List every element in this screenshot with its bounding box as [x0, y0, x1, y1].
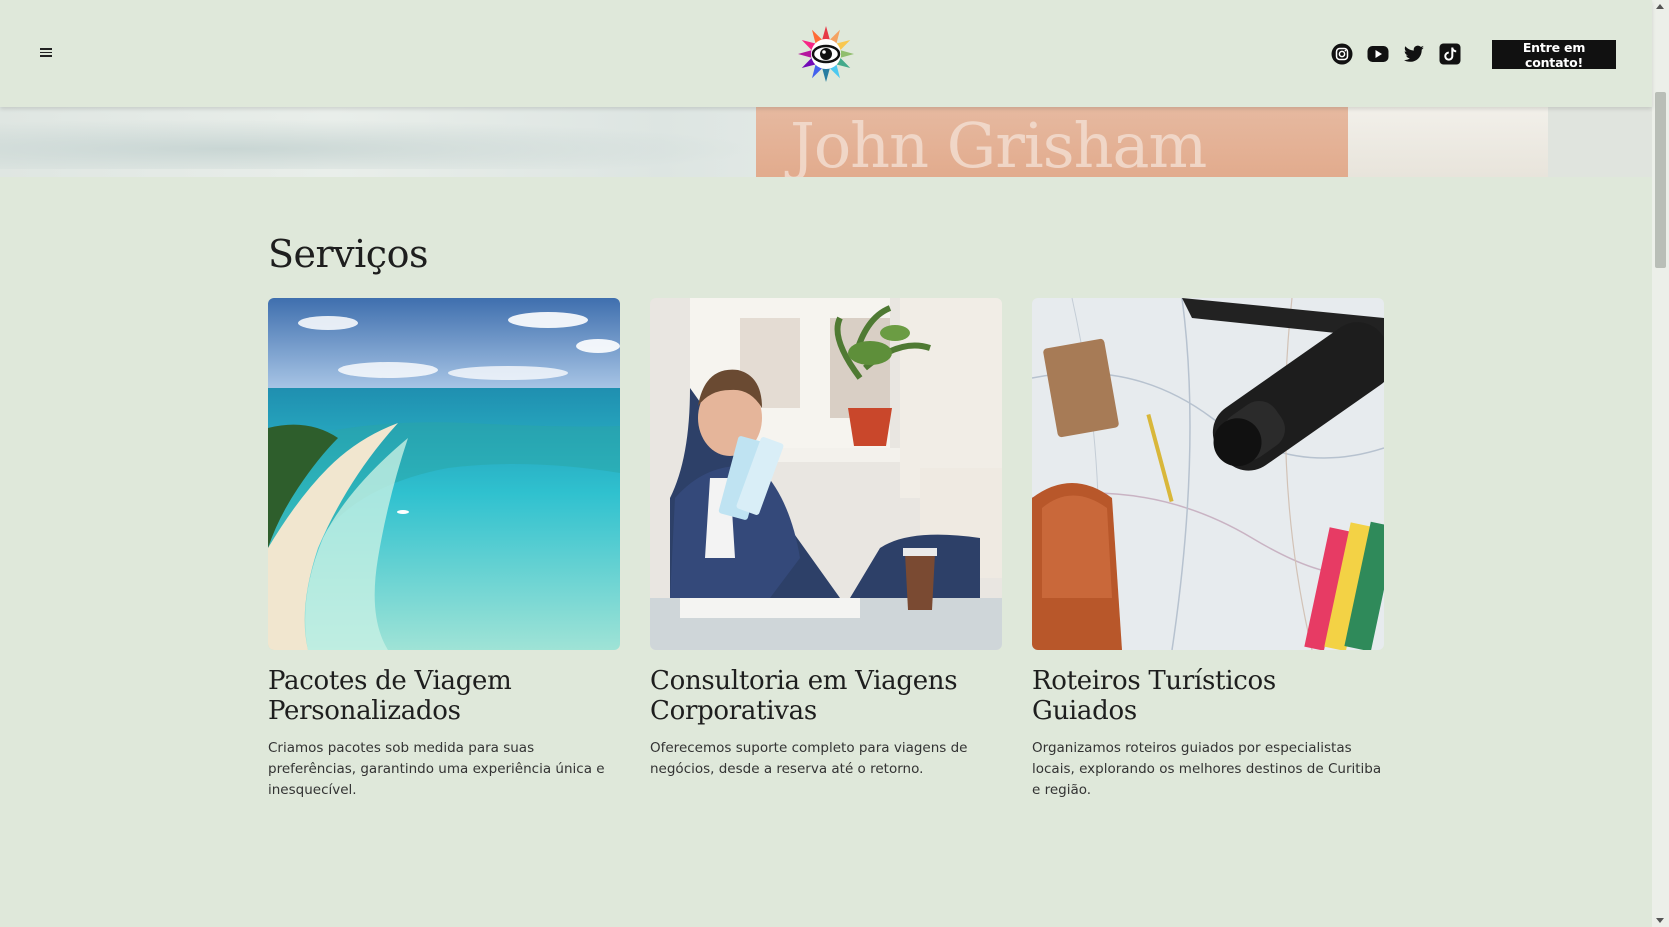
scroll-up-arrow-icon[interactable] [1656, 4, 1664, 9]
service-card: Consultoria em Viagens Corporativas Ofer… [650, 298, 1002, 780]
scroll-down-arrow-icon[interactable] [1656, 918, 1664, 923]
hero-banner-image: John Grisham [0, 107, 1652, 177]
service-card-text: Criamos pacotes sob medida para suas pre… [268, 740, 605, 798]
service-card-title: Pacotes de Viagem Personalizados [268, 666, 512, 726]
service-card-title: Roteiros Turísticos Guiados [1032, 666, 1276, 726]
services-title: Serviços [268, 232, 428, 276]
map-and-camera-image [1032, 298, 1384, 650]
rainbow-eye-logo[interactable] [798, 26, 854, 82]
service-card-title: Consultoria em Viagens Corporativas [650, 666, 958, 726]
businessman-image [650, 298, 1002, 650]
site-header: Entre em contato! [0, 0, 1652, 107]
hamburger-menu-icon[interactable] [40, 46, 58, 60]
twitter-icon[interactable] [1403, 43, 1425, 65]
contact-button[interactable]: Entre em contato! [1492, 40, 1616, 70]
page-scrollbar[interactable] [1652, 0, 1669, 927]
service-card: Pacotes de Viagem Personalizados Criamos… [268, 298, 620, 801]
scrollbar-thumb[interactable] [1655, 92, 1666, 268]
instagram-icon[interactable] [1331, 43, 1353, 65]
tropical-beach-image [268, 298, 620, 650]
youtube-icon[interactable] [1367, 43, 1389, 65]
service-card: Roteiros Turísticos Guiados Organizamos … [1032, 298, 1384, 801]
service-card-text: Organizamos roteiros guiados por especia… [1032, 740, 1382, 798]
service-card-text: Oferecemos suporte completo para viagens… [650, 740, 968, 777]
hero-book-title: John Grisham [790, 109, 1207, 177]
tiktok-icon[interactable] [1439, 43, 1461, 65]
